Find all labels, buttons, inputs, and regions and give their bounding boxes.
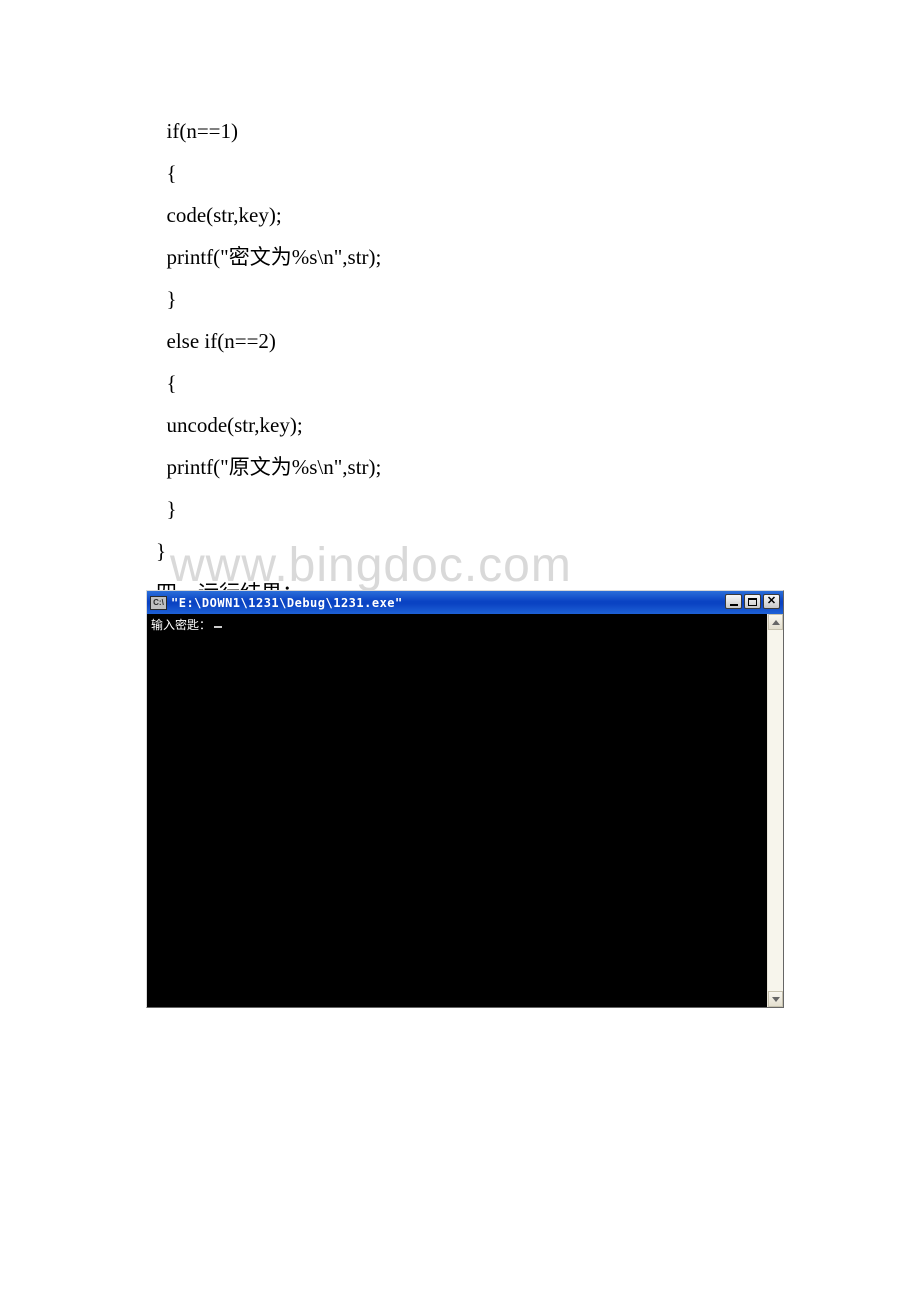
- minimize-button[interactable]: [725, 594, 742, 609]
- maximize-icon: [748, 598, 757, 606]
- arrow-up-icon: [772, 620, 780, 625]
- dos-window: C:\ "E:\DOWN1\1231\Debug\1231.exe" ✕ 输入密…: [146, 590, 784, 1008]
- scrollbar[interactable]: [767, 614, 783, 1007]
- code-line: printf("原文为%s\n",str);: [156, 446, 810, 488]
- console-prompt: 输入密匙：: [151, 618, 211, 632]
- window-titlebar[interactable]: C:\ "E:\DOWN1\1231\Debug\1231.exe" ✕: [147, 591, 783, 614]
- window-title: "E:\DOWN1\1231\Debug\1231.exe": [171, 596, 403, 610]
- arrow-down-icon: [772, 997, 780, 1002]
- code-line: uncode(str,key);: [156, 404, 810, 446]
- document-content: if(n==1) { code(str,key); printf("密文为%s\…: [0, 110, 920, 656]
- window-controls: ✕: [725, 594, 780, 609]
- code-line: printf("密文为%s\n",str);: [156, 236, 810, 278]
- scroll-down-button[interactable]: [768, 991, 783, 1007]
- minimize-icon: [730, 604, 738, 606]
- code-line: }: [156, 530, 810, 572]
- close-icon: ✕: [767, 596, 776, 607]
- code-line: {: [156, 152, 810, 194]
- code-line: code(str,key);: [156, 194, 810, 236]
- cmd-icon-label: C:\: [153, 599, 164, 607]
- code-line: }: [156, 278, 810, 320]
- cmd-icon: C:\: [150, 596, 167, 610]
- scroll-track[interactable]: [768, 630, 783, 991]
- code-line: if(n==1): [156, 110, 810, 152]
- code-line: }: [156, 488, 810, 530]
- code-line: else if(n==2): [156, 320, 810, 362]
- close-button[interactable]: ✕: [763, 594, 780, 609]
- scroll-up-button[interactable]: [768, 614, 783, 630]
- console-body[interactable]: 输入密匙：: [147, 614, 767, 1007]
- code-line: {: [156, 362, 810, 404]
- console-area: 输入密匙：: [147, 614, 783, 1007]
- maximize-button[interactable]: [744, 594, 761, 609]
- console-cursor: [214, 626, 222, 628]
